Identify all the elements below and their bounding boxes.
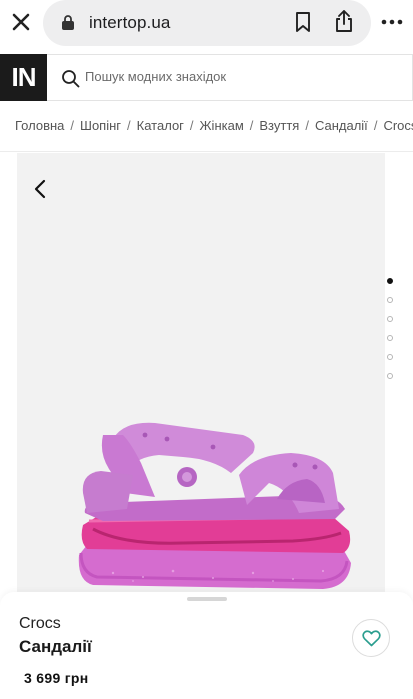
search-input[interactable] <box>85 69 395 84</box>
breadcrumb-item-women[interactable]: Жінкам <box>200 118 244 133</box>
breadcrumb-item-footwear[interactable]: Взуття <box>259 118 299 133</box>
breadcrumb: Головна / Шопінг / Каталог / Жінкам / Взуття / Сан… <box>15 118 413 136</box>
breadcrumb-separator: / <box>305 118 309 133</box>
breadcrumb-separator: / <box>127 118 131 133</box>
carousel-dots <box>387 278 395 392</box>
breadcrumb-separator: / <box>249 118 254 133</box>
breadcrumb-item-home[interactable]: Головна <box>15 118 64 133</box>
lock-icon <box>61 14 75 30</box>
browser-toolbar: intertop.ua <box>0 0 413 48</box>
chevron-left-icon[interactable] <box>33 179 47 199</box>
carousel-dot[interactable] <box>387 373 393 379</box>
carousel-dot[interactable] <box>387 335 393 341</box>
breadcrumb-separator: / <box>70 118 75 133</box>
url-text: intertop.ua <box>89 13 171 32</box>
product-brand[interactable]: Crocs <box>19 615 61 633</box>
carousel-dot[interactable] <box>387 278 393 284</box>
site-logo[interactable]: IN <box>0 54 47 101</box>
breadcrumb-item-sandals[interactable]: Сандалії <box>315 118 368 133</box>
share-icon[interactable] <box>333 9 355 33</box>
product-image <box>78 422 352 589</box>
divider <box>0 151 413 152</box>
breadcrumb-item-brand[interactable]: Crocs <box>383 118 413 133</box>
product-info-sheet[interactable]: Crocs Сандалії 3 699 грн <box>0 592 413 699</box>
heart-icon <box>362 630 381 647</box>
product-gallery[interactable] <box>17 153 385 598</box>
carousel-dot[interactable] <box>387 316 393 322</box>
bookmark-icon[interactable] <box>293 11 313 33</box>
carousel-dot[interactable] <box>387 297 393 303</box>
close-icon[interactable] <box>8 9 34 35</box>
address-bar[interactable]: intertop.ua <box>43 0 371 46</box>
product-name: Сандалії <box>19 637 92 656</box>
carousel-dot[interactable] <box>387 354 393 360</box>
more-icon[interactable] <box>380 14 404 30</box>
breadcrumb-separator: / <box>373 118 378 133</box>
search-icon[interactable] <box>61 69 80 88</box>
add-to-wishlist-button[interactable] <box>352 619 390 657</box>
breadcrumb-item-catalog[interactable]: Каталог <box>137 118 184 133</box>
breadcrumb-separator: / <box>189 118 194 133</box>
site-header: IN <box>0 54 413 102</box>
search-box[interactable] <box>47 54 413 101</box>
product-price: 3 699 грн <box>24 670 89 686</box>
breadcrumb-item-shopping[interactable]: Шопінг <box>80 118 121 133</box>
sheet-grabber[interactable] <box>187 597 227 601</box>
